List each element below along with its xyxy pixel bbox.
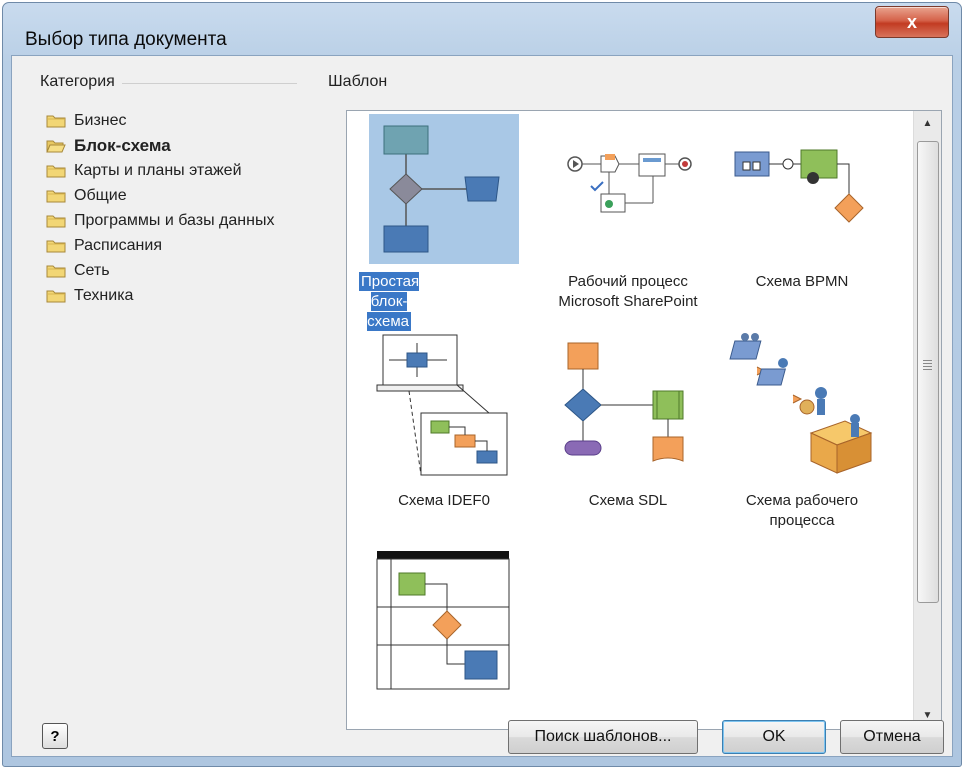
template-caption: Схема рабочего процесса [745,492,859,529]
template-heading: Шаблон [328,73,388,90]
category-item-business[interactable]: Бизнес [46,108,274,133]
folder-icon [46,240,66,253]
folder-icon [46,165,66,178]
folder-icon [46,115,66,128]
template-caption: Простая блок-схема [359,272,420,331]
category-item-network[interactable]: Сеть [46,258,274,283]
basic-flowchart-icon [369,114,519,264]
category-item-schedules[interactable]: Расписания [46,233,274,258]
dialog-body: Категория Шаблон Бизнес Блок-схема Карты… [11,55,953,757]
category-label: Техника [74,286,134,304]
idef0-diagram-icon [376,334,508,476]
close-button[interactable]: x [875,6,949,38]
find-templates-button[interactable]: Поиск шаблонов... [508,720,698,754]
help-icon: ? [50,727,60,745]
template-caption: Схема BPMN [755,273,849,290]
ok-label: OK [762,728,786,745]
category-item-flowchart[interactable]: Блок-схема [46,133,274,158]
category-label: Программы и базы данных [74,211,275,229]
ok-button[interactable]: OK [722,720,826,754]
sharepoint-workflow-icon [567,153,692,213]
scrollbar-thumb[interactable] [917,141,939,603]
category-item-general[interactable]: Общие [46,183,274,208]
grip-icon [923,360,932,370]
cancel-label: Отмена [863,728,921,745]
help-button[interactable]: ? [42,723,68,749]
template-caption: Схема IDEF0 [398,492,490,509]
document-type-dialog: Выбор типа документа x Категория Шаблон … [2,2,962,767]
open-folder-icon [46,140,66,153]
category-label: Расписания [74,236,162,254]
find-templates-label: Поиск шаблонов... [534,728,672,745]
window-title: Выбор типа документа [25,29,227,50]
cross-functional-flowchart-icon [376,551,510,690]
template-caption: Рабочий процесс Microsoft SharePoint [558,273,698,310]
folder-icon [46,290,66,303]
folder-icon [46,190,66,203]
close-icon: x [906,11,917,32]
template-scrollbar[interactable]: ▲ ▼ [913,111,941,729]
workflow-diagram-icon [729,333,873,474]
template-gallery: Простая блок-схема Рабочий процесс Micro… [346,110,942,730]
template-caption: Схема SDL [588,492,668,509]
category-label: Блок-схема [74,135,171,155]
sdl-diagram-icon [564,342,684,462]
category-heading: Категория [40,73,115,90]
category-item-maps[interactable]: Карты и планы этажей [46,158,274,183]
scroll-up-arrow-icon[interactable]: ▲ [914,111,941,137]
folder-icon [46,215,66,228]
category-label: Бизнес [74,111,127,129]
category-item-software[interactable]: Программы и базы данных [46,208,274,233]
category-list: Бизнес Блок-схема Карты и планы этажей О… [46,108,274,308]
folder-icon [46,265,66,278]
category-label: Карты и планы этажей [74,161,242,179]
bpmn-diagram-icon [734,149,864,223]
category-item-engineering[interactable]: Техника [46,283,274,308]
category-divider [122,83,297,84]
cancel-button[interactable]: Отмена [840,720,944,754]
category-label: Сеть [74,261,110,279]
category-label: Общие [74,186,127,204]
